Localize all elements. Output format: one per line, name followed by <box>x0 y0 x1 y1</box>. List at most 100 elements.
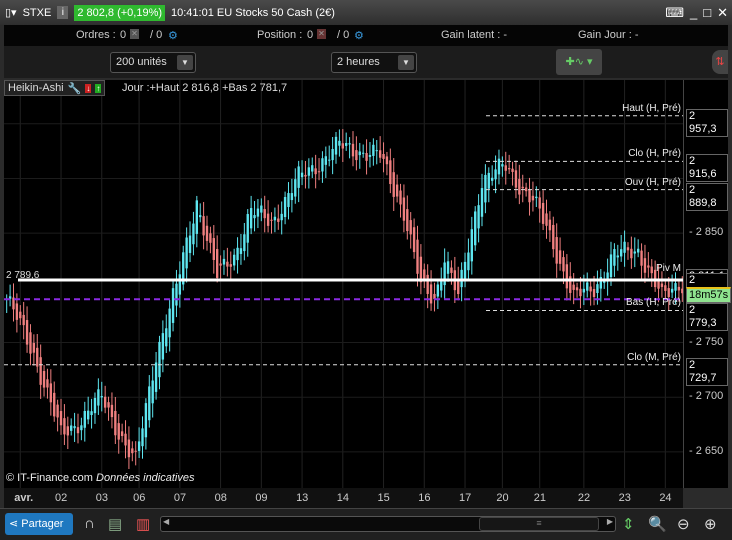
candle-body <box>436 284 440 297</box>
buy-icon[interactable]: ↑ <box>95 83 102 93</box>
sell-icon[interactable]: ↓ <box>85 83 92 93</box>
candle-body <box>151 380 154 404</box>
cancel-orders-icon[interactable]: ✕ <box>130 29 139 39</box>
candle-body <box>412 227 416 253</box>
price-axis[interactable]: - 2 950- 2 900- 2 850- 2 750- 2 700- 2 6… <box>683 80 732 488</box>
date-tick: 13 <box>296 492 309 504</box>
candle-body <box>63 418 66 435</box>
candle-body <box>368 154 372 157</box>
level-price-label: 2 729,7 <box>686 357 728 386</box>
candle-body <box>114 410 117 436</box>
candle-body <box>110 404 114 418</box>
candle-body <box>19 311 22 319</box>
bar-countdown: 18m57s <box>686 287 732 304</box>
order-bar: Ordres : 0 ✕ / 0 ⚙ Position : 0 ✕ / 0 ⚙ … <box>4 25 728 46</box>
candle-body <box>487 172 490 189</box>
chart-scrollbar[interactable]: ◀ ≡ ▶ <box>160 516 616 532</box>
close-position-icon[interactable]: ✕ <box>317 29 326 39</box>
gear-icon[interactable]: ⚙ <box>354 29 364 42</box>
list-icon[interactable]: ▤ <box>108 515 122 533</box>
zoom-out-icon[interactable]: ⊖ <box>677 515 690 533</box>
candle-body <box>392 172 395 197</box>
candle-body <box>586 282 589 291</box>
candle-body <box>535 196 538 199</box>
candle-body <box>338 140 341 146</box>
window-controls: ⌨ _ □ ✕ <box>665 5 728 21</box>
autoscale-icon[interactable]: ⇕ <box>622 515 635 533</box>
units-select[interactable]: 200 unités ▼ <box>110 52 196 73</box>
candle-body <box>555 237 558 264</box>
candle-body <box>277 218 280 222</box>
candle-body <box>334 136 338 155</box>
candle-body <box>470 229 474 262</box>
candle-body <box>538 197 541 209</box>
candle-body <box>429 284 433 304</box>
candle-body <box>171 288 175 323</box>
candle-body <box>616 255 619 258</box>
candle-body <box>579 288 582 297</box>
candle-body <box>29 332 32 354</box>
scroll-left-icon[interactable]: ◀ <box>163 517 169 526</box>
candle-body <box>321 158 324 172</box>
candle-body <box>76 427 80 434</box>
candle-body <box>504 165 507 171</box>
share-button[interactable]: ⋖ Partager <box>5 513 73 535</box>
scroll-right-icon[interactable]: ▶ <box>607 517 613 526</box>
candle-body <box>192 223 195 245</box>
minimize-button[interactable]: _ <box>690 5 697 21</box>
date-tick: 07 <box>173 492 187 504</box>
side-panel-toggle[interactable]: ⇅ <box>712 50 728 74</box>
candle-body <box>161 333 165 360</box>
ordres-label: Ordres : <box>76 29 116 41</box>
level-price-label: 2 779,3 <box>686 303 728 332</box>
candle-body <box>660 283 664 287</box>
candle-body <box>175 283 178 306</box>
keyboard-icon[interactable]: ⌨ <box>665 5 684 21</box>
day-info: Jour :+Haut 2 816,8 +Bas 2 781,7 <box>122 82 288 94</box>
candle-body <box>311 165 314 172</box>
title-bar: ▯▾ STXE i 2 802,8 (+0,19%) 10:41:01 EU S… <box>0 0 732 25</box>
symbol[interactable]: STXE <box>23 7 52 19</box>
candle-body <box>263 209 266 219</box>
zoom-fit-icon[interactable]: 🔍 <box>648 515 667 533</box>
candle-body <box>188 235 192 253</box>
copyright-text: © IT-Finance.com <box>6 472 93 484</box>
price-tick: - 2 650 <box>689 444 724 457</box>
candle-body <box>457 280 460 295</box>
candle-body <box>613 249 616 266</box>
candle-body <box>209 233 212 243</box>
close-button[interactable]: ✕ <box>717 5 728 21</box>
level-label: Haut (H, Pré) <box>622 102 681 114</box>
candle-body <box>66 426 69 436</box>
scroll-thumb[interactable]: ≡ <box>479 517 599 531</box>
link-icon[interactable]: ∩ <box>84 515 95 532</box>
ordres-total: / 0 <box>150 29 163 41</box>
candle-body <box>446 261 450 274</box>
wrench-icon[interactable]: 🔧 <box>68 82 82 95</box>
price-tick: - 2 750 <box>689 335 724 348</box>
orderbook-icon[interactable]: ▥ <box>136 515 150 533</box>
candle-body <box>477 205 480 229</box>
candle-body <box>395 184 399 197</box>
gear-icon[interactable]: ⚙ <box>168 29 178 42</box>
indicators-button[interactable]: ✚∿ ▾ <box>556 49 602 75</box>
candlestick-icon[interactable]: ▯▾ <box>5 6 17 19</box>
candle-body <box>232 254 236 266</box>
candle-body <box>378 150 382 158</box>
candle-body <box>643 258 647 273</box>
candle-body <box>42 371 46 388</box>
info-icon[interactable]: i <box>57 6 69 19</box>
candle-body <box>256 208 260 217</box>
candle-body <box>670 288 674 293</box>
candle-body <box>141 428 144 447</box>
candle-body <box>137 441 141 451</box>
candle-body <box>239 248 243 254</box>
zoom-in-icon[interactable]: ⊕ <box>704 515 717 533</box>
candle-body <box>620 249 623 257</box>
candle-body <box>480 188 484 217</box>
candle-body <box>32 342 36 353</box>
period-select[interactable]: 2 heures ▼ <box>331 52 417 73</box>
price-chart[interactable]: Heikin-Ashi 🔧 ↓ ↑ Jour :+Haut 2 816,8 +B… <box>4 80 684 488</box>
maximize-button[interactable]: □ <box>703 5 711 21</box>
candle-body <box>100 396 103 398</box>
